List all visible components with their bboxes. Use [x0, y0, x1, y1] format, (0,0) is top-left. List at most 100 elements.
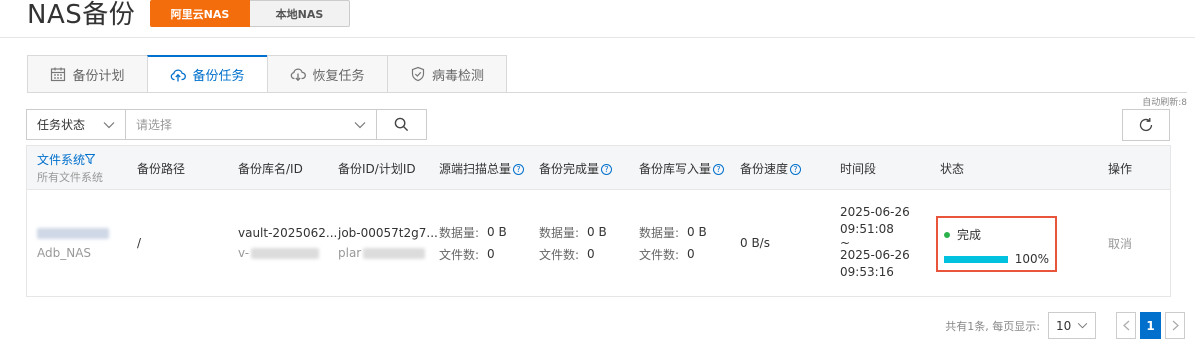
- column-label: 源端扫描总量: [439, 161, 512, 176]
- vault-name[interactable]: vault-2025062...: [238, 223, 337, 243]
- stat-value: 0: [687, 247, 695, 261]
- column-vault: 备份库名/ID: [238, 146, 303, 190]
- cell-write-total: 数据量: 0 B 文件数: 0: [639, 190, 707, 296]
- page-title: NAS备份: [27, 0, 136, 30]
- filter-value-select[interactable]: 请选择: [126, 109, 377, 140]
- tabs-underline: [27, 92, 1187, 93]
- pagination: 共有1条, 每页显示: 10 1: [945, 312, 1185, 339]
- stat-label: 文件数:: [639, 247, 680, 262]
- column-label: 备份完成量: [539, 161, 600, 176]
- tab-label: 备份任务: [192, 69, 245, 84]
- column-done-total: 备份完成量?: [539, 146, 613, 190]
- title-divider: [0, 37, 1195, 38]
- column-status: 状态: [940, 146, 964, 190]
- stat-label: 文件数:: [439, 247, 480, 262]
- job-id[interactable]: job-00057t2g7...: [338, 223, 438, 243]
- plan-id-prefix: plar: [338, 246, 362, 260]
- help-icon[interactable]: ?: [601, 163, 613, 175]
- cloud-download-icon: [291, 68, 307, 82]
- search-icon: [394, 117, 409, 132]
- cell-action: 取消: [1108, 190, 1132, 296]
- tab-virus-scan[interactable]: 病毒检测: [387, 55, 507, 93]
- backup-task-table: 文件系统 所有文件系统 备份路径 备份库名/ID 备份ID/计划ID 源端扫描总…: [26, 145, 1171, 297]
- chevron-down-icon: [1077, 322, 1088, 329]
- column-label: 状态: [940, 161, 965, 176]
- cell-period: 2025-06-26 09:51:08 ~ 2025-06-26 09:53:1…: [840, 190, 910, 296]
- status-highlight-box: 完成 100%: [936, 216, 1057, 272]
- help-icon[interactable]: ?: [513, 163, 525, 175]
- chevron-left-icon: [1122, 320, 1129, 331]
- cell-scan-total: 数据量: 0 B 文件数: 0: [439, 190, 507, 296]
- chevron-right-icon: [1172, 320, 1179, 331]
- vault-id-prefix: v-: [238, 246, 250, 260]
- stat-label: 数据量:: [539, 225, 580, 240]
- source-tab-local-nas[interactable]: 本地NAS: [250, 0, 350, 27]
- status-text: 完成: [957, 228, 982, 242]
- redacted-vault-id: [251, 247, 320, 259]
- column-label: 备份路径: [137, 161, 186, 176]
- chevron-down-icon: [103, 121, 115, 128]
- tab-label: 病毒检测: [431, 68, 484, 84]
- page-size-value: 10: [1056, 318, 1072, 333]
- progress-bar: [944, 255, 1008, 263]
- stat-value: 0: [487, 247, 495, 261]
- calendar-icon: [51, 67, 66, 82]
- tab-restore-task[interactable]: 恢复任务: [267, 55, 387, 93]
- search-button[interactable]: [377, 109, 427, 140]
- tab-label: 恢复任务: [312, 68, 365, 84]
- source-tab-aliyun-nas[interactable]: 阿里云NAS: [150, 0, 250, 27]
- tab-bar: 备份计划 备份任务 恢复任务 病毒检测: [27, 55, 507, 93]
- start-time: 09:51:08: [840, 221, 894, 236]
- column-sublabel: 所有文件系统: [37, 171, 103, 184]
- chevron-down-icon: [354, 121, 366, 128]
- column-filesystem[interactable]: 文件系统 所有文件系统: [37, 146, 103, 190]
- column-period: 时间段: [840, 146, 876, 190]
- filter-key-select[interactable]: 任务状态: [26, 109, 126, 140]
- column-action: 操作: [1108, 146, 1132, 190]
- help-icon[interactable]: ?: [713, 163, 725, 175]
- cell-speed: 0 B/s: [740, 190, 770, 296]
- column-backup-id: 备份ID/计划ID: [338, 146, 416, 190]
- column-label: 备份ID/计划ID: [338, 161, 416, 176]
- page-number-button[interactable]: 1: [1140, 312, 1161, 339]
- table-header: 文件系统 所有文件系统 备份路径 备份库名/ID 备份ID/计划ID 源端扫描总…: [27, 146, 1170, 190]
- redacted-plan-id: [363, 247, 426, 259]
- end-time: 09:53:16: [840, 264, 894, 279]
- column-label: 备份库写入量: [639, 161, 712, 176]
- stat-label: 数据量:: [639, 225, 680, 240]
- status-dot-icon: [944, 231, 950, 238]
- filter-bar: 任务状态 请选择: [26, 109, 427, 140]
- help-icon[interactable]: ?: [790, 163, 802, 175]
- page-size-select[interactable]: 10: [1048, 312, 1096, 339]
- pagination-info: 共有1条, 每页显示:: [945, 319, 1040, 333]
- column-label: 备份速度: [740, 161, 789, 176]
- backup-speed: 0 B/s: [740, 236, 770, 250]
- column-label: 文件系统: [37, 153, 86, 167]
- start-date: 2025-06-26: [840, 204, 910, 219]
- refresh-icon: [1139, 118, 1153, 132]
- column-write-total: 备份库写入量?: [639, 146, 725, 190]
- column-label: 操作: [1108, 161, 1133, 176]
- stat-value: 0 B: [687, 225, 707, 239]
- prev-page-button[interactable]: [1116, 312, 1136, 339]
- backup-path: /: [137, 236, 142, 250]
- end-date: 2025-06-26: [840, 247, 910, 262]
- filter-value-placeholder: 请选择: [136, 118, 173, 132]
- next-page-button[interactable]: [1165, 312, 1185, 339]
- column-scan-total: 源端扫描总量?: [439, 146, 525, 190]
- stat-value: 0 B: [487, 225, 507, 239]
- filter-icon[interactable]: [84, 154, 96, 165]
- redacted-filesystem-id: [37, 227, 109, 239]
- refresh-button[interactable]: [1122, 109, 1170, 141]
- filesystem-name: Adb_NAS: [37, 246, 92, 260]
- stat-label: 文件数:: [539, 247, 580, 262]
- column-label: 备份库名/ID: [238, 161, 303, 176]
- tab-backup-task[interactable]: 备份任务: [147, 55, 267, 93]
- tab-label: 备份计划: [72, 68, 125, 84]
- column-path: 备份路径: [137, 146, 185, 190]
- cell-path: /: [137, 190, 141, 296]
- tab-backup-plan[interactable]: 备份计划: [27, 55, 147, 93]
- auto-refresh-label: 自动刷新:8: [1142, 98, 1187, 108]
- cancel-link[interactable]: 取消: [1108, 235, 1132, 252]
- stat-value: 0: [587, 247, 595, 261]
